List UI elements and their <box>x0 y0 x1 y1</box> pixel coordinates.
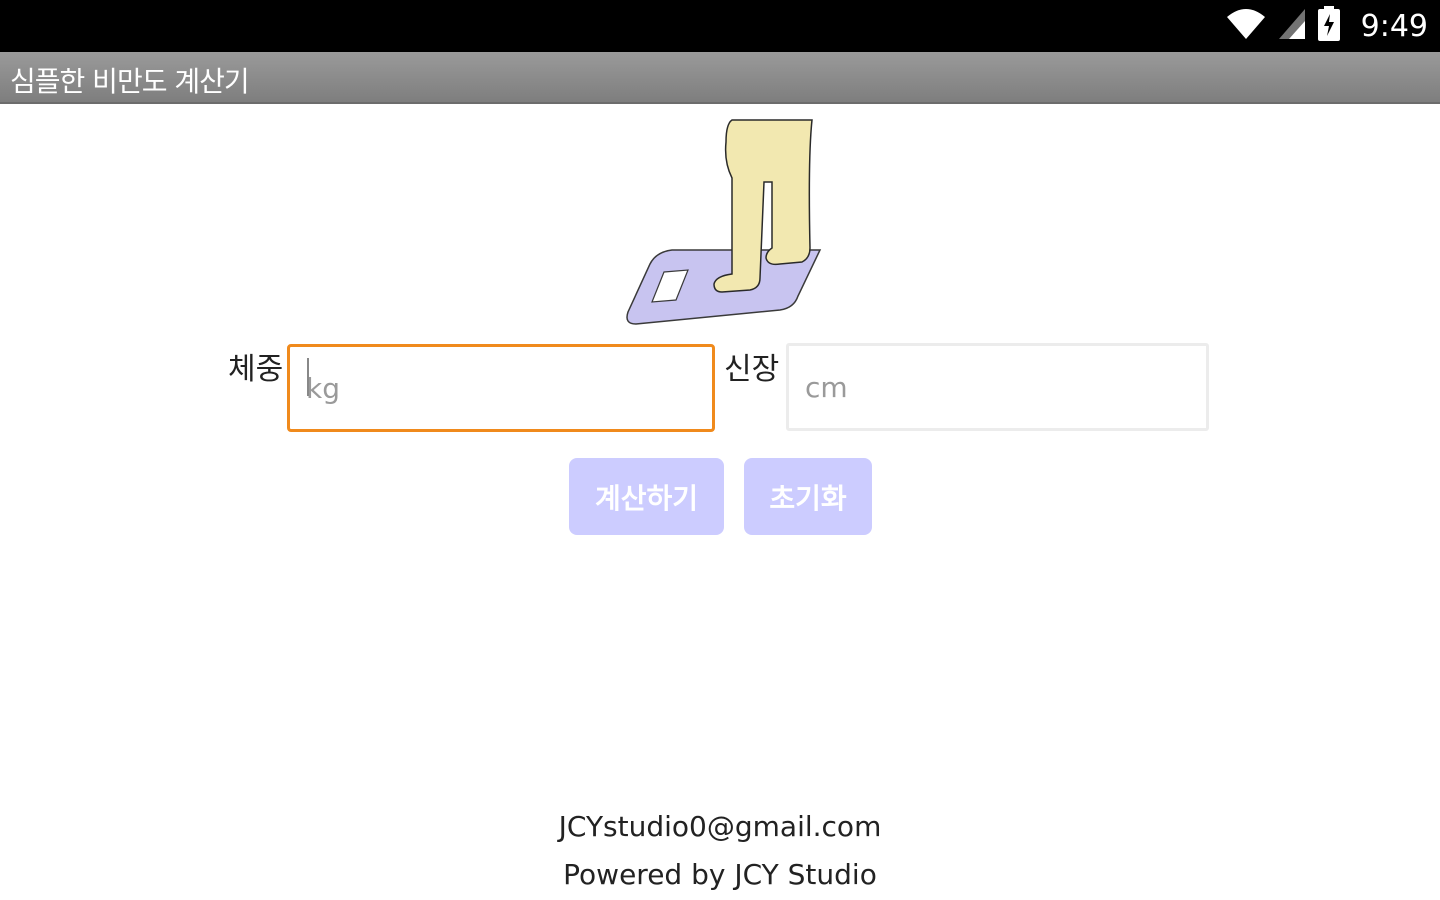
weight-label: 체중 <box>228 352 284 387</box>
powered-by-text: Powered by JCY Studio <box>563 858 877 891</box>
height-input[interactable] <box>786 343 1209 431</box>
text-cursor <box>307 358 309 396</box>
scale-illustration <box>626 119 822 325</box>
height-label: 신장 <box>724 352 780 387</box>
app-title: 심플한 비만도 계산기 <box>10 65 250 98</box>
cellular-signal-icon <box>1277 7 1307 45</box>
reset-button[interactable]: 초기화 <box>744 458 872 535</box>
calculate-button[interactable]: 계산하기 <box>569 458 724 535</box>
app-title-bar: 심플한 비만도 계산기 <box>0 52 1440 104</box>
wifi-icon <box>1225 7 1267 45</box>
battery-charging-icon <box>1317 6 1341 46</box>
weight-input[interactable] <box>287 344 715 432</box>
contact-email: JCYstudio0@gmail.com <box>558 810 882 843</box>
status-bar: 9:49 <box>0 0 1440 52</box>
status-time: 9:49 <box>1360 8 1428 44</box>
status-icons: 9:49 <box>1225 6 1428 46</box>
